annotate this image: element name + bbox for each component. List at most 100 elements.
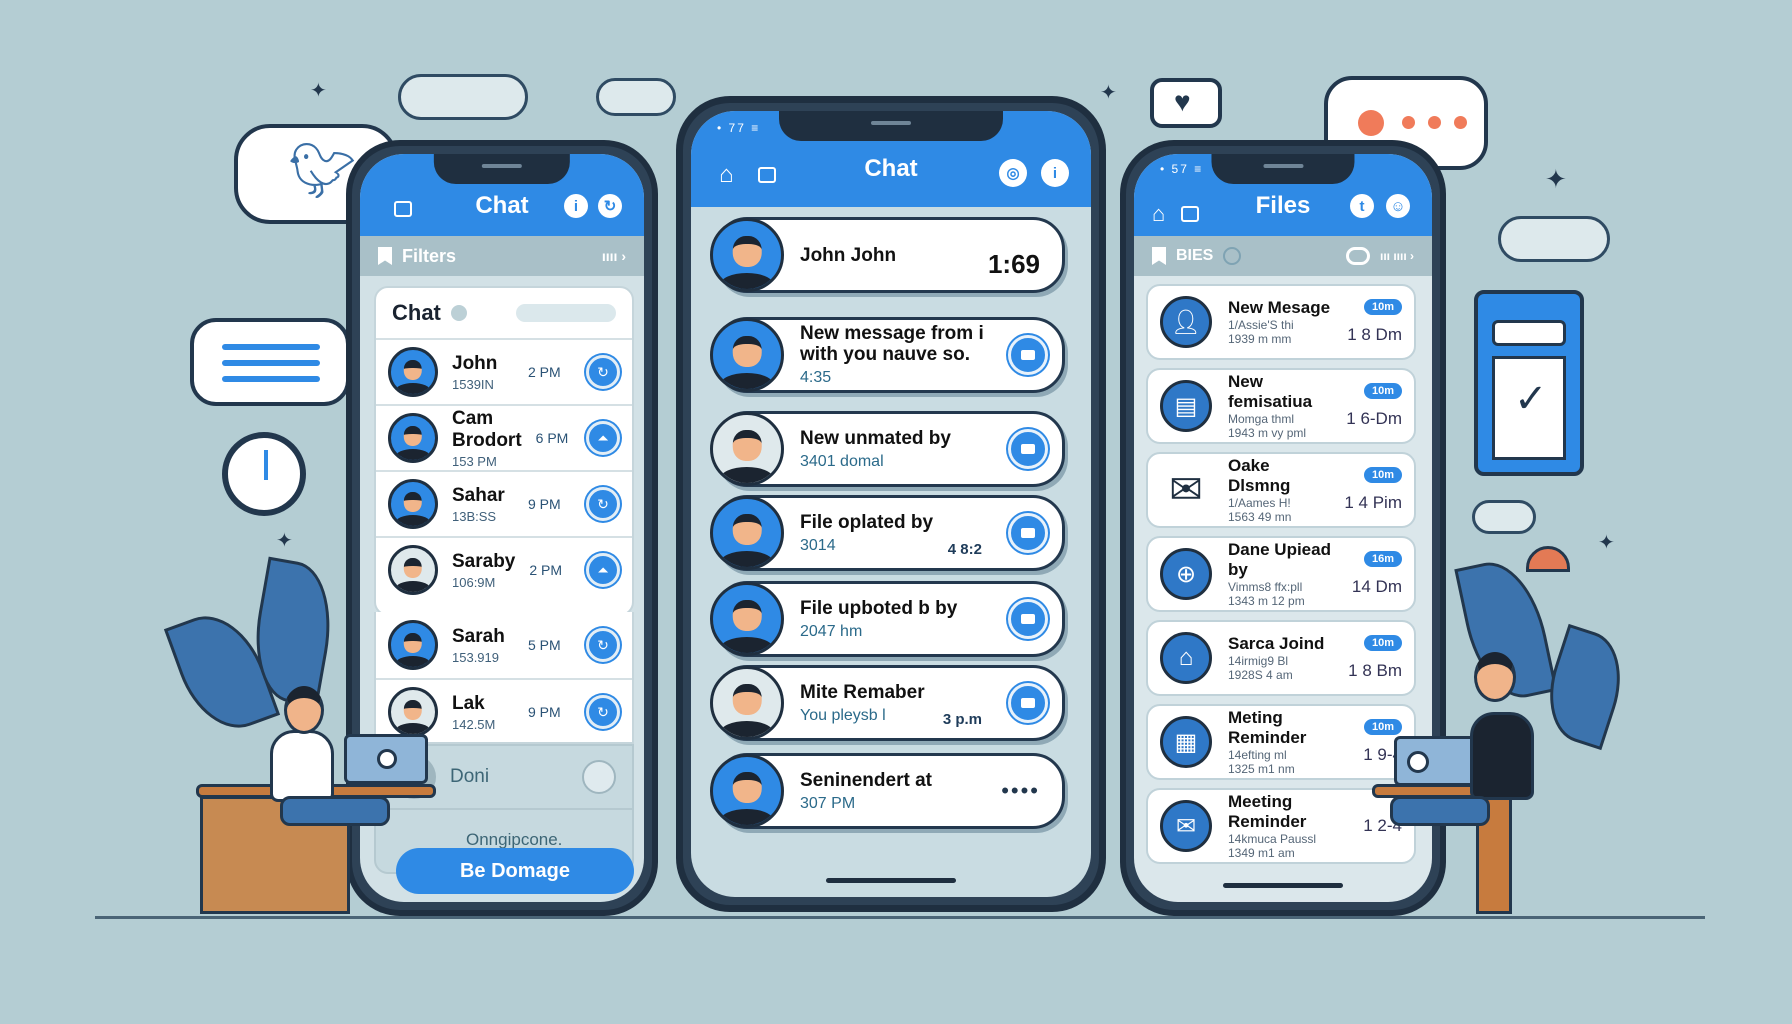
message-title: File oplated by: [800, 511, 934, 533]
file-subtitle: 14kmuca Paussl: [1228, 832, 1317, 846]
file-card[interactable]: ▤ New femisatiua Momga thml 1943 m vy pml 10…: [1146, 368, 1416, 444]
file-subtitle: 14efting ml: [1228, 748, 1287, 762]
location-icon[interactable]: [582, 760, 616, 794]
refresh-icon[interactable]: ↻: [586, 695, 620, 729]
file-timestamp: 1563 49 mn: [1228, 510, 1292, 524]
text-lines-bubble: [190, 318, 350, 406]
upload-icon[interactable]: ⏶: [586, 553, 620, 587]
target-icon[interactable]: ◎: [999, 159, 1027, 187]
info-icon[interactable]: i: [1041, 159, 1069, 187]
message-subtitle: 3401 domal: [800, 452, 884, 470]
contact-row[interactable]: Cam Brodort 153 PM 6 PM ⏶: [376, 404, 632, 470]
status-bar: • 77 ≡: [717, 121, 761, 135]
file-text: Oake Dlsmng 1/Aames H! 1563 49 mn: [1228, 456, 1328, 524]
filter-label[interactable]: Filters: [402, 246, 456, 267]
primary-button[interactable]: Be Domage: [396, 848, 634, 894]
contact-row[interactable]: Sahar 13B:SS 9 PM ↻: [376, 470, 632, 536]
message-bubble[interactable]: New unmated by 3401 domal: [710, 411, 1065, 487]
file-card[interactable]: ✉ Meeting Reminder 14kmuca Paussl 1349 m1 a…: [1146, 788, 1416, 864]
file-text: New femisatiua Momga thml 1943 m vy pml: [1228, 372, 1330, 440]
heart-bubble: ♥: [1150, 78, 1222, 128]
profile-icon[interactable]: ☺: [1386, 194, 1410, 218]
message-subtitle: 307 PM: [800, 794, 856, 812]
add-file-icon: ⊕: [1160, 548, 1212, 600]
avatar: [710, 582, 784, 656]
time-badge: 10m: [1363, 719, 1402, 735]
left-phone: Chat i ↻ Filters ıııı › Chat John 1539IN 2…: [346, 140, 658, 916]
message-bubble[interactable]: New message from i with you nauve so. 4:3…: [710, 317, 1065, 393]
contact-row[interactable]: John 1539IN 2 PM ↻: [376, 338, 632, 404]
file-text: Sarca Joind 14irmig9 Bl 1928S 4 am: [1228, 634, 1332, 682]
file-timestamp: 1325 m1 nm: [1228, 762, 1295, 776]
bookmark-icon: [1152, 247, 1166, 265]
avatar: [388, 620, 438, 670]
file-card[interactable]: 👤︎ New Mesage 1/Assie'S thi 1939 m mm 10m 1 8…: [1146, 284, 1416, 360]
file-title: Oake Dlsmng: [1228, 456, 1291, 495]
search-input[interactable]: [516, 304, 616, 322]
more-icon[interactable]: ııı ıııı ›: [1380, 249, 1414, 263]
cloud-icon: [398, 74, 528, 120]
contact-row[interactable]: Saraby 106:9M 2 PM ⏶: [376, 536, 632, 602]
file-meta: 10m 1 8 Dm: [1347, 299, 1402, 345]
file-text: New Mesage 1/Assie'S thi 1939 m mm: [1228, 298, 1331, 346]
message-action-icon[interactable]: [1008, 513, 1048, 553]
ground-line: [95, 916, 1705, 919]
typing-dot: [1358, 110, 1384, 136]
more-icon[interactable]: ıııı ›: [602, 248, 626, 264]
time-badge: 10m: [1363, 467, 1402, 483]
message-bubble[interactable]: Mite Remaber You pleysb l3 p.m: [710, 665, 1065, 741]
file-title: Meeting Reminder: [1228, 792, 1307, 831]
more-dots-icon[interactable]: ••••: [1001, 778, 1040, 804]
time-badge: 10m: [1363, 299, 1402, 315]
file-subtitle: 1/Assie'S thi: [1228, 318, 1294, 332]
upload-icon[interactable]: ⏶: [586, 421, 620, 455]
refresh-icon[interactable]: ↻: [586, 628, 620, 662]
contact-name: Saraby: [452, 550, 516, 572]
filter-label[interactable]: BIES: [1176, 247, 1213, 265]
sparkle-icon: ✦: [276, 530, 293, 552]
message-action-icon[interactable]: [1008, 335, 1048, 375]
refresh-icon[interactable]: ↻: [586, 487, 620, 521]
file-text: Meeting Reminder 14kmuca Paussl 1349 m1 am: [1228, 792, 1347, 860]
file-card[interactable]: ⊕ Dane Upiead by Vimms8 ffx:pll 1343 m 12 p…: [1146, 536, 1416, 612]
message-bubble[interactable]: John John 1:69: [710, 217, 1065, 293]
message-time: 1:69: [987, 249, 1040, 279]
typing-dot: [1428, 116, 1441, 129]
cloud-icon: [596, 78, 676, 116]
message-title: New unmated by: [800, 427, 951, 449]
message-bubble[interactable]: File oplated by 3014 4 8:2: [710, 495, 1065, 571]
file-timestamp: 1943 m vy pml: [1228, 426, 1307, 440]
message-subtitle: 2047 hm: [800, 622, 863, 640]
message-bubble[interactable]: File upboted b by 2047 hm: [710, 581, 1065, 657]
toggle-icon[interactable]: [1345, 247, 1370, 265]
message-title: File upboted b by: [800, 597, 958, 619]
message-text: New message from i with you nauve so. 4:3…: [784, 323, 1008, 387]
contact-text: Cam Brodort 153 PM: [452, 408, 522, 469]
contact-text: Saraby 106:9M: [452, 551, 515, 590]
message-action-icon[interactable]: [1008, 429, 1048, 469]
contact-name: Lak: [452, 692, 485, 714]
message-action-icon[interactable]: [1008, 683, 1048, 723]
contact-row[interactable]: Sarah 153.919 5 PM ↻: [376, 612, 632, 678]
tumblr-icon[interactable]: t: [1350, 194, 1374, 218]
message-action-icon[interactable]: [1008, 599, 1048, 639]
file-timestamp: 1349 m1 am: [1228, 846, 1295, 860]
file-date: 1 6-Dm: [1346, 409, 1402, 428]
contact-time: 2 PM: [529, 562, 563, 578]
bag-icon: ⌂: [1160, 632, 1212, 684]
message-bubble[interactable]: Seninendert at 307 PM ••••: [710, 753, 1065, 829]
refresh-icon[interactable]: ↻: [598, 194, 622, 218]
envelope-icon: ✉: [1160, 800, 1212, 852]
message-subtitle: 4:35: [800, 369, 832, 386]
refresh-icon[interactable]: ↻: [586, 355, 620, 389]
info-icon[interactable]: i: [564, 194, 588, 218]
dropdown-icon[interactable]: [1223, 247, 1242, 265]
lamp-icon: [1526, 546, 1570, 572]
message-title: Seninendert at: [800, 769, 932, 791]
file-card[interactable]: ▦ Meting Reminder 14efting ml 1325 m1 nm 10m…: [1146, 704, 1416, 780]
file-subtitle: Momga thml: [1228, 412, 1295, 426]
file-card[interactable]: ✉ Oake Dlsmng 1/Aames H! 1563 49 mn 10m 1 4 P…: [1146, 452, 1416, 528]
time-badge: 10m: [1363, 383, 1402, 399]
file-meta: 10m 1 6-Dm: [1346, 383, 1402, 429]
file-card[interactable]: ⌂ Sarca Joind 14irmig9 Bl 1928S 4 am 10m 1 8 …: [1146, 620, 1416, 696]
